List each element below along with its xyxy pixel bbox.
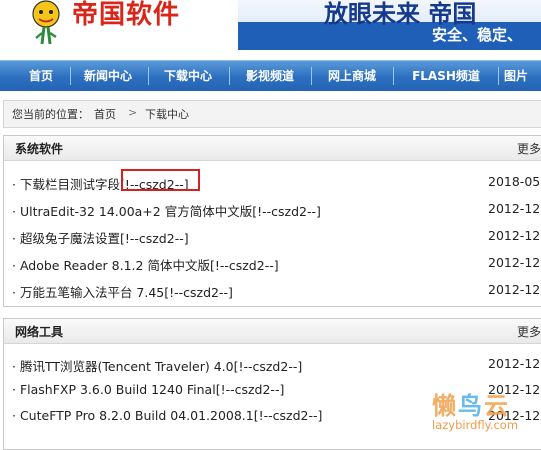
nav-item-shop[interactable]: 网上商城 (313, 61, 391, 91)
banner-subtitle: 安全、稳定、 (432, 26, 523, 44)
section-panel-system-software: 系统软件 更多 · 下载栏目测试字段[!--cszd2--] 2018-05 ·… (3, 135, 541, 307)
mascot-logo-icon[interactable] (22, 0, 70, 48)
list-item: · 万能五笔输入法平台 7.45[!--cszd2--] 2012-12 (4, 279, 541, 301)
list-item-link[interactable]: · 腾讯TT浏览器(Tencent Traveler) 4.0[!--cszd2… (12, 356, 302, 375)
list-item-link[interactable]: · 超级兔子魔法设置[!--cszd2--] (12, 228, 189, 247)
section-title: 系统软件 (15, 142, 64, 156)
watermark-url: lazybirdfly.com (432, 418, 519, 432)
watermark: 懒鸟云 lazybirdfly.com (430, 386, 541, 437)
watermark-char: 云 (484, 392, 510, 420)
nav-divider (498, 67, 499, 85)
list-item-date: 2012-12 (488, 282, 541, 297)
list-item: · UltraEdit-32 14.00a+2 官方简体中文版[!--cszd2… (4, 198, 541, 220)
nav-divider (229, 67, 230, 85)
list-item-date: 2012-12 (488, 201, 541, 216)
list-item-link[interactable]: · CuteFTP Pro 8.2.0 Build 04.01.2008.1[!… (12, 408, 322, 423)
nav-divider (393, 67, 394, 85)
section-header: 网络工具 更多 (4, 319, 541, 344)
breadcrumb-separator: > (128, 106, 138, 119)
nav-divider (148, 67, 149, 85)
list-item-date: 2012-12 (488, 228, 541, 243)
section-title: 网络工具 (15, 325, 64, 339)
breadcrumb-home-link[interactable]: 首页 (94, 106, 116, 122)
list-item-link[interactable]: · 万能五笔输入法平台 7.45[!--cszd2--] (12, 282, 233, 301)
nav-item-pictures[interactable]: 图片 (504, 61, 541, 91)
list-item: · 下载栏目测试字段[!--cszd2--] 2018-05 (4, 171, 541, 193)
header-banner[interactable]: 放眼未来 帝国 安全、稳定、 (238, 0, 541, 50)
highlight-box (121, 169, 200, 191)
list-item-link[interactable]: · Adobe Reader 8.1.2 简体中文版[!--cszd2--] (12, 255, 279, 274)
section-header: 系统软件 更多 (4, 136, 541, 161)
nav-divider (70, 67, 71, 85)
breadcrumb-current-link[interactable]: 下载中心 (145, 106, 189, 122)
more-link[interactable]: 更多 (517, 323, 541, 340)
list-item: · Adobe Reader 8.1.2 简体中文版[!--cszd2--] 2… (4, 252, 541, 274)
list-item-date: 2012-12 (488, 255, 541, 270)
breadcrumb: 您当前的位置： 首页 > 下载中心 (3, 100, 541, 128)
list-item: · 超级兔子魔法设置[!--cszd2--] 2012-12 (4, 225, 541, 247)
nav-item-news[interactable]: 新闻中心 (72, 61, 144, 91)
more-link[interactable]: 更多 (517, 140, 541, 157)
site-header: 帝国软件 放眼未来 帝国 安全、稳定、 (0, 0, 541, 60)
list-item-link[interactable]: · FlashFXP 3.6.0 Build 1240 Final[!--csz… (12, 382, 284, 397)
watermark-text: 懒鸟云 (432, 386, 510, 421)
site-logo-text[interactable]: 帝国软件 (72, 0, 180, 30)
nav-item-video[interactable]: 影视频道 (231, 61, 309, 91)
breadcrumb-prefix: 您当前的位置： (12, 108, 89, 121)
nav-item-download[interactable]: 下载中心 (152, 61, 224, 91)
watermark-char: 懒 (432, 392, 458, 420)
nav-divider (311, 67, 312, 85)
nav-item-home[interactable]: 首页 (14, 61, 68, 91)
list-item-date: 2018-05 (488, 174, 541, 189)
watermark-char: 鸟 (458, 392, 484, 420)
list-item-link[interactable]: · UltraEdit-32 14.00a+2 官方简体中文版[!--cszd2… (12, 201, 321, 220)
list-item-date: 2012-12 (488, 356, 541, 371)
main-nav: 首页 新闻中心 下载中心 影视频道 网上商城 FLASH频道 图片 (0, 60, 541, 91)
nav-item-flash[interactable]: FLASH频道 (396, 61, 496, 91)
list-item: · 腾讯TT浏览器(Tencent Traveler) 4.0[!--cszd2… (4, 353, 541, 375)
